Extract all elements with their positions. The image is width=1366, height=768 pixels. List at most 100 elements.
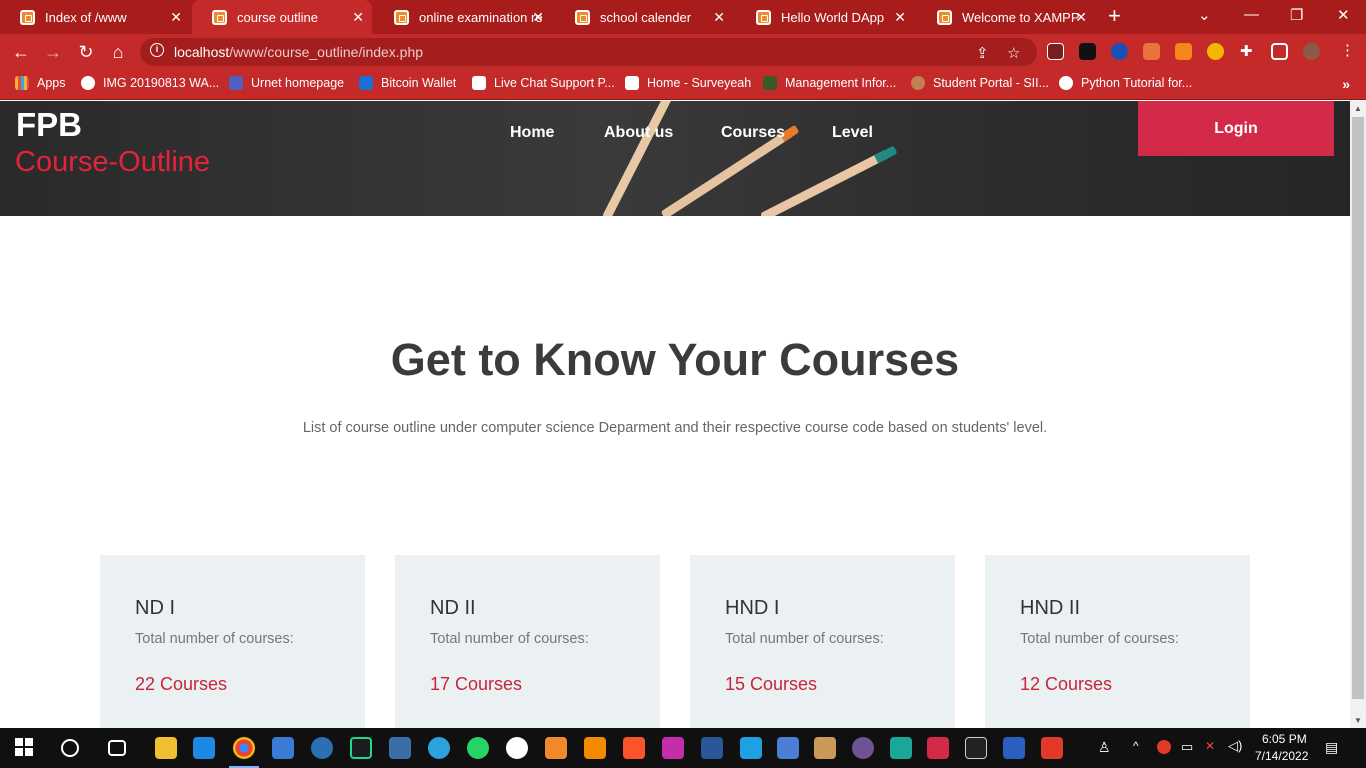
tab-welcome-to-xampp[interactable]: Welcome to XAMPP ✕: [917, 0, 1095, 34]
mu-editor-icon[interactable]: [311, 737, 333, 759]
bookmark-bitcoin-wallet[interactable]: Bitcoin Wallet: [359, 76, 456, 90]
package-icon[interactable]: [814, 737, 836, 759]
extension-icon[interactable]: [1143, 43, 1160, 60]
control-panel-icon[interactable]: [272, 737, 294, 759]
app-tray-icon[interactable]: [1157, 740, 1171, 754]
address-bar[interactable]: i localhost/www/course_outline/index.php…: [140, 38, 1037, 66]
tab-school-calender[interactable]: school calender ✕: [555, 0, 733, 34]
clock-date[interactable]: 7/14/2022: [1255, 749, 1308, 763]
site-info-icon[interactable]: i: [150, 43, 164, 57]
level-card-hnd-ii[interactable]: HND II Total number of courses: 12 Cours…: [985, 555, 1250, 728]
close-window-button[interactable]: ✕: [1337, 6, 1350, 24]
new-tab-button[interactable]: +: [1108, 5, 1121, 27]
back-button[interactable]: ←: [10, 41, 32, 63]
extension-icon[interactable]: [1079, 43, 1096, 60]
tab-online-examination[interactable]: online examination re ✕: [374, 0, 552, 34]
bookmark-student-portal[interactable]: Student Portal - SII...: [911, 76, 1049, 90]
tab-hello-world-dapp[interactable]: Hello World DApp ✕: [736, 0, 914, 34]
close-icon[interactable]: ✕: [532, 9, 544, 25]
level-card-nd-ii[interactable]: ND II Total number of courses: 17 Course…: [395, 555, 660, 728]
app-icon[interactable]: [927, 737, 949, 759]
puzzle-icon[interactable]: ✚: [1240, 42, 1253, 60]
home-button[interactable]: ⌂: [107, 41, 129, 63]
login-button[interactable]: Login: [1138, 101, 1334, 156]
nav-level[interactable]: Level: [832, 124, 873, 142]
card-course-count[interactable]: 12 Courses: [1020, 674, 1112, 695]
scroll-up-icon[interactable]: ▲: [1354, 104, 1362, 113]
app-icon[interactable]: [389, 737, 411, 759]
more-bookmarks-icon[interactable]: »: [1342, 76, 1350, 92]
menu-icon[interactable]: ⋮: [1340, 41, 1355, 59]
windows-start-icon[interactable]: [14, 737, 36, 759]
battery-icon[interactable]: ▭: [1181, 739, 1193, 755]
people-icon[interactable]: ♙: [1098, 739, 1111, 756]
tab-search-icon[interactable]: ⌄: [1198, 6, 1211, 24]
side-panel-icon[interactable]: [1271, 43, 1288, 60]
close-icon[interactable]: ✕: [1075, 9, 1087, 25]
chrome-icon[interactable]: [229, 737, 259, 768]
bookmark-surveyeah[interactable]: Home - Surveyeah: [625, 76, 751, 90]
chevron-up-icon[interactable]: ^: [1133, 739, 1139, 753]
clock-time[interactable]: 6:05 PM: [1262, 732, 1307, 746]
nav-about-us[interactable]: About us: [604, 124, 673, 142]
sublime-icon[interactable]: [584, 737, 606, 759]
volume-icon[interactable]: ◁): [1228, 738, 1242, 754]
pycharm-icon[interactable]: [350, 737, 372, 759]
search-icon[interactable]: [61, 739, 79, 757]
bookmark-management-info[interactable]: Management Infor...: [763, 76, 896, 90]
extension-icon[interactable]: [1207, 43, 1224, 60]
tab-index-of-www[interactable]: Index of /www ✕: [0, 0, 190, 34]
level-card-hnd-i[interactable]: HND I Total number of courses: 15 Course…: [690, 555, 955, 728]
app-icon[interactable]: [890, 737, 912, 759]
close-icon[interactable]: ✕: [713, 9, 725, 25]
level-card-nd-i[interactable]: ND I Total number of courses: 22 Courses: [100, 555, 365, 728]
nav-courses[interactable]: Courses: [721, 124, 785, 142]
task-view-icon[interactable]: [108, 740, 126, 756]
url-text[interactable]: localhost/www/course_outline/index.php: [174, 44, 423, 60]
close-icon[interactable]: ✕: [352, 9, 364, 25]
terminal-icon[interactable]: [965, 737, 987, 759]
scroll-down-icon[interactable]: ▼: [1354, 716, 1362, 725]
network-icon[interactable]: ✕: [1205, 739, 1215, 753]
bookmark-python-tutorial[interactable]: Python Tutorial for...: [1059, 76, 1192, 90]
file-explorer-icon[interactable]: [155, 737, 177, 759]
app-icon[interactable]: [740, 737, 762, 759]
bookmark-urnet[interactable]: Urnet homepage: [229, 76, 344, 90]
notifications-icon[interactable]: ▤: [1325, 739, 1338, 756]
extension-icon[interactable]: [1047, 43, 1064, 60]
xampp-icon[interactable]: [545, 737, 567, 759]
powershell-icon[interactable]: [1003, 737, 1025, 759]
bookmark-star-icon[interactable]: ☆: [1007, 44, 1020, 62]
bookmark-img[interactable]: IMG 20190813 WA...: [81, 76, 219, 90]
forward-button[interactable]: →: [42, 41, 64, 63]
github-icon[interactable]: [852, 737, 874, 759]
avatar[interactable]: [1303, 43, 1320, 60]
bookmark-live-chat[interactable]: Live Chat Support P...: [472, 76, 615, 90]
app-icon[interactable]: [777, 737, 799, 759]
metamask-icon[interactable]: [1175, 43, 1192, 60]
close-icon[interactable]: ✕: [894, 9, 906, 25]
telegram-icon[interactable]: [428, 737, 450, 759]
vscode-icon[interactable]: [193, 737, 215, 759]
extension-icon[interactable]: [1111, 43, 1128, 60]
reload-button[interactable]: ↻: [75, 41, 97, 63]
brand-logo[interactable]: FPB: [16, 106, 82, 144]
share-icon[interactable]: ⇪: [976, 44, 989, 62]
whatsapp-icon[interactable]: [467, 737, 489, 759]
app-icon[interactable]: [506, 737, 528, 759]
scrollbar-thumb[interactable]: [1352, 117, 1364, 699]
app-icon[interactable]: [662, 737, 684, 759]
brave-icon[interactable]: [623, 737, 645, 759]
tab-course-outline[interactable]: course outline ✕: [192, 0, 372, 34]
word-icon[interactable]: [701, 737, 723, 759]
minimize-button[interactable]: —: [1244, 6, 1259, 23]
card-course-count[interactable]: 22 Courses: [135, 674, 227, 695]
app-icon[interactable]: [1041, 737, 1063, 759]
bookmark-apps[interactable]: Apps: [15, 76, 66, 90]
card-course-count[interactable]: 17 Courses: [430, 674, 522, 695]
nav-home[interactable]: Home: [510, 124, 554, 142]
card-course-count[interactable]: 15 Courses: [725, 674, 817, 695]
close-icon[interactable]: ✕: [170, 9, 182, 25]
restore-button[interactable]: ❐: [1290, 6, 1303, 24]
page-scrollbar[interactable]: ▲ ▼: [1350, 101, 1366, 728]
